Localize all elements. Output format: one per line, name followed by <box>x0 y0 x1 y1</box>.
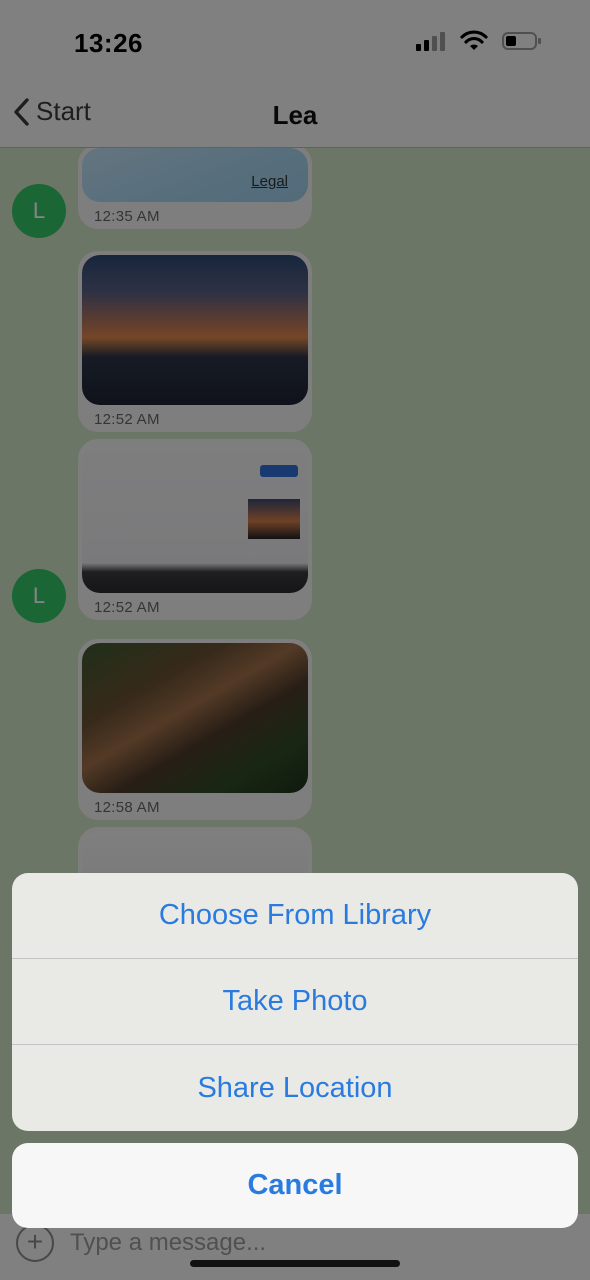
choose-from-library-button[interactable]: Choose From Library <box>12 873 578 959</box>
home-indicator[interactable] <box>190 1260 400 1267</box>
share-location-button[interactable]: Share Location <box>12 1045 578 1131</box>
take-photo-button[interactable]: Take Photo <box>12 959 578 1045</box>
cancel-button[interactable]: Cancel <box>12 1143 578 1228</box>
action-sheet: Choose From Library Take Photo Share Loc… <box>12 873 578 1131</box>
